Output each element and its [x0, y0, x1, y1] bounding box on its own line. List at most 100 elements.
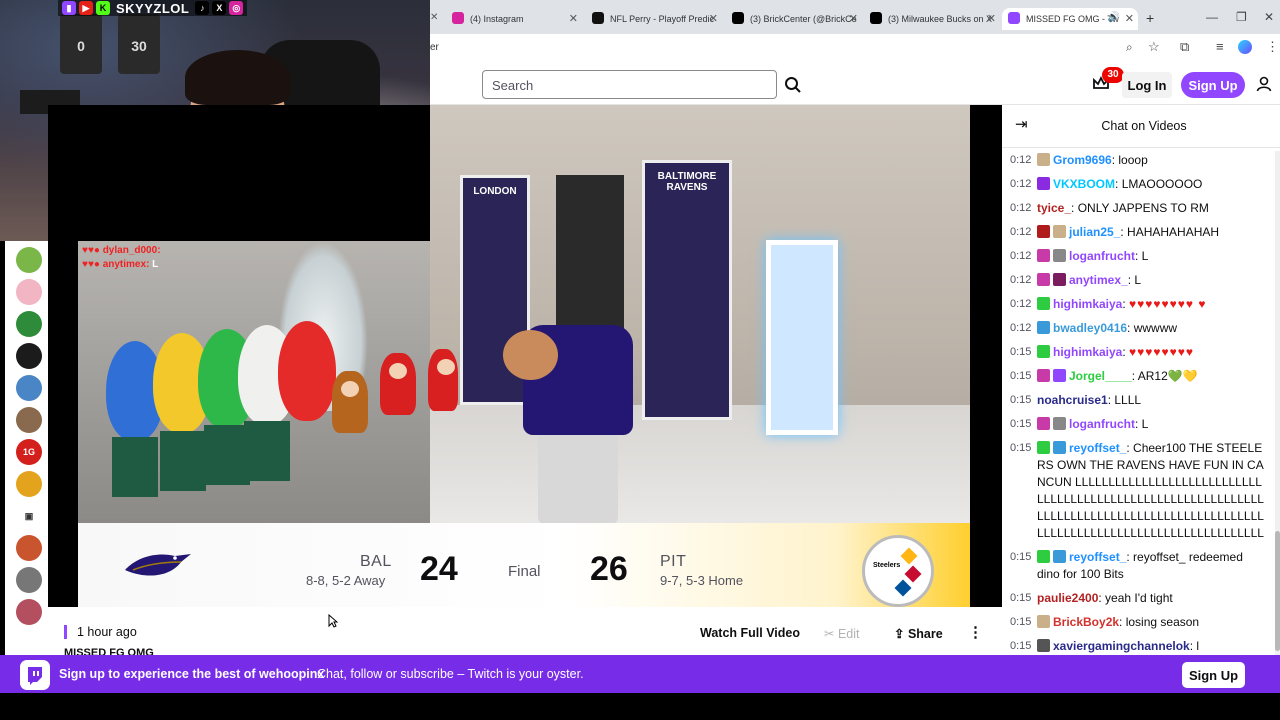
chat-badge-icon[interactable] — [1053, 550, 1066, 563]
edit-button[interactable]: ✂ Edit — [824, 626, 860, 641]
search-button[interactable] — [778, 70, 808, 99]
close-icon[interactable]: ✕ — [709, 12, 718, 25]
chat-badge-icon[interactable] — [1037, 153, 1050, 166]
chat-username[interactable]: VKXBOOM — [1053, 177, 1115, 191]
chat-badge-icon[interactable] — [1053, 417, 1066, 430]
channel-avatar[interactable] — [16, 343, 42, 369]
restore-button[interactable]: ❐ — [1236, 10, 1247, 24]
chat-scrollbar[interactable] — [1275, 151, 1280, 655]
chat-badge-icon[interactable] — [1037, 345, 1050, 358]
banner-label: BALTIMORE RAVENS — [657, 171, 717, 193]
chat-message: 0:15 paulie2400: yeah I'd tight — [1010, 591, 1173, 605]
chat-badge-icon[interactable] — [1053, 225, 1066, 238]
x-icon: X — [212, 1, 227, 15]
tab-milwaukee-bucks[interactable]: (3) Milwaukee Bucks on X ✕ — [864, 8, 1000, 30]
tab-brickcenter[interactable]: (3) BrickCenter (@BrickCe ✕ — [726, 8, 862, 30]
chat-badge-icon[interactable] — [1037, 441, 1050, 454]
chat-username[interactable]: xaviergamingchannelok — [1053, 639, 1190, 653]
chat-message: 0:12 tyice_: ONLY JAPPENS TO RM — [1010, 201, 1209, 215]
chat-timestamp: 0:12 — [1010, 202, 1032, 214]
chat-username[interactable]: Jorgel____ — [1069, 369, 1132, 383]
more-options-button[interactable]: ⋮ — [968, 623, 983, 641]
share-label: Share — [907, 627, 943, 641]
tab-instagram[interactable]: (4) Instagram ✕ — [446, 8, 582, 30]
chat-username[interactable]: highimkaiya — [1053, 345, 1122, 359]
user-icon[interactable] — [1256, 76, 1272, 97]
close-icon[interactable]: ✕ — [987, 12, 996, 25]
channel-avatar[interactable] — [16, 247, 42, 273]
channel-avatar[interactable] — [16, 311, 42, 337]
window-close-button[interactable]: ✕ — [1264, 10, 1274, 24]
camera-icon[interactable]: ▣ — [16, 503, 42, 529]
nfl-icon — [592, 12, 604, 24]
chat-badge-icon[interactable] — [1037, 249, 1050, 262]
social-handles: ▮ ▶ K SKYYZLOL ♪ X ◎ — [58, 0, 248, 16]
chat-badge-icon[interactable] — [1037, 225, 1050, 238]
chat-timestamp: 0:12 — [1010, 298, 1032, 310]
channel-avatar[interactable] — [16, 407, 42, 433]
chat-badge-icon[interactable] — [1037, 550, 1050, 563]
channel-avatar[interactable] — [16, 567, 42, 593]
chat-badge-icon[interactable] — [1053, 369, 1066, 382]
chat-badge-icon[interactable] — [1037, 297, 1050, 310]
chat-username[interactable]: julian25_ — [1069, 225, 1120, 239]
close-icon[interactable]: ✕ — [569, 12, 578, 25]
chat-text: LMAOOOOOO — [1121, 177, 1203, 191]
chat-username[interactable]: loganfrucht — [1069, 249, 1135, 263]
new-tab-button[interactable]: + — [1146, 10, 1154, 26]
close-icon[interactable]: ✕ — [1125, 12, 1134, 25]
channel-avatar[interactable] — [16, 599, 42, 625]
chat-badge-icon[interactable] — [1053, 441, 1066, 454]
chat-badge-icon[interactable] — [1037, 369, 1050, 382]
chat-username[interactable]: loganfrucht — [1069, 417, 1135, 431]
minimize-button[interactable]: — — [1206, 10, 1218, 24]
chat-badge-icon[interactable] — [1053, 273, 1066, 286]
chat-username[interactable]: tyice_ — [1037, 201, 1071, 215]
channel-avatar[interactable] — [16, 535, 42, 561]
chat-badge-icon[interactable] — [1037, 639, 1050, 652]
channel-avatar[interactable]: 1G — [16, 439, 42, 465]
address-bar[interactable]: er — [430, 42, 439, 53]
chat-badge-icon[interactable] — [1037, 417, 1050, 430]
extensions-icon[interactable]: ⧉ — [1180, 39, 1189, 55]
chat-text: L — [1134, 273, 1142, 287]
channel-avatar[interactable] — [16, 375, 42, 401]
chat-messages[interactable]: 0:12 Grom9696: looop 0:12 VKXBOOM: LMAOOOOO… — [1002, 151, 1272, 655]
channel-avatar[interactable] — [16, 471, 42, 497]
chat-badge-icon[interactable] — [1053, 249, 1066, 262]
close-icon[interactable]: ✕ — [849, 12, 858, 25]
chat-badge-icon[interactable] — [1037, 177, 1050, 190]
signup-button[interactable]: Sign Up — [1181, 72, 1245, 98]
promo-signup-button[interactable]: Sign Up — [1182, 662, 1245, 688]
chat-badge-icon[interactable] — [1037, 321, 1050, 334]
chat-username[interactable]: paulie2400 — [1037, 591, 1098, 605]
video-player[interactable]: LONDON BALTIMORE RAVENS ♥♥● dylan_d000: … — [48, 105, 1002, 607]
media-icon[interactable]: ≡ — [1216, 39, 1224, 54]
share-icon: ⇪ — [894, 627, 908, 641]
chat-username[interactable]: noahcruise1 — [1037, 393, 1108, 407]
zoom-icon[interactable]: ⌕ — [1126, 40, 1133, 55]
chat-username[interactable]: Grom9696 — [1053, 153, 1112, 167]
login-button[interactable]: Log In — [1122, 72, 1172, 98]
chat-username[interactable]: highimkaiya — [1053, 297, 1122, 311]
chat-username[interactable]: BrickBoy2k — [1053, 615, 1119, 629]
chat-badge-icon[interactable] — [1037, 615, 1050, 628]
channel-avatar[interactable] — [16, 279, 42, 305]
search-input[interactable]: Search — [482, 70, 777, 99]
share-button[interactable]: ⇪ Share — [894, 626, 943, 641]
chat-username[interactable]: reyoffset_ — [1069, 550, 1126, 564]
youtube-icon: ▶ — [79, 1, 93, 15]
chat-username[interactable]: reyoffset_ — [1069, 441, 1126, 455]
chat-username[interactable]: bwadley0416 — [1053, 321, 1127, 335]
bookmark-star-icon[interactable]: ☆ — [1148, 39, 1160, 55]
tab-close-partial[interactable]: ✕ — [430, 12, 438, 23]
speaker-icon[interactable]: 🔊 — [1108, 12, 1120, 23]
profile-icon[interactable] — [1238, 40, 1252, 54]
chat-badge-icon[interactable] — [1037, 273, 1050, 286]
chat-message: 0:12 VKXBOOM: LMAOOOOOO — [1010, 177, 1203, 191]
tab-missed-fg[interactable]: MISSED FG OMG - Tw 🔊 ✕ — [1002, 8, 1138, 30]
tab-nfl-perry[interactable]: NFL Perry - Playoff Predic ✕ — [586, 8, 722, 30]
chat-username[interactable]: anytimex_ — [1069, 273, 1128, 287]
menu-kebab-icon[interactable]: ⋮ — [1266, 39, 1279, 55]
watch-full-video-button[interactable]: Watch Full Video — [700, 626, 800, 640]
